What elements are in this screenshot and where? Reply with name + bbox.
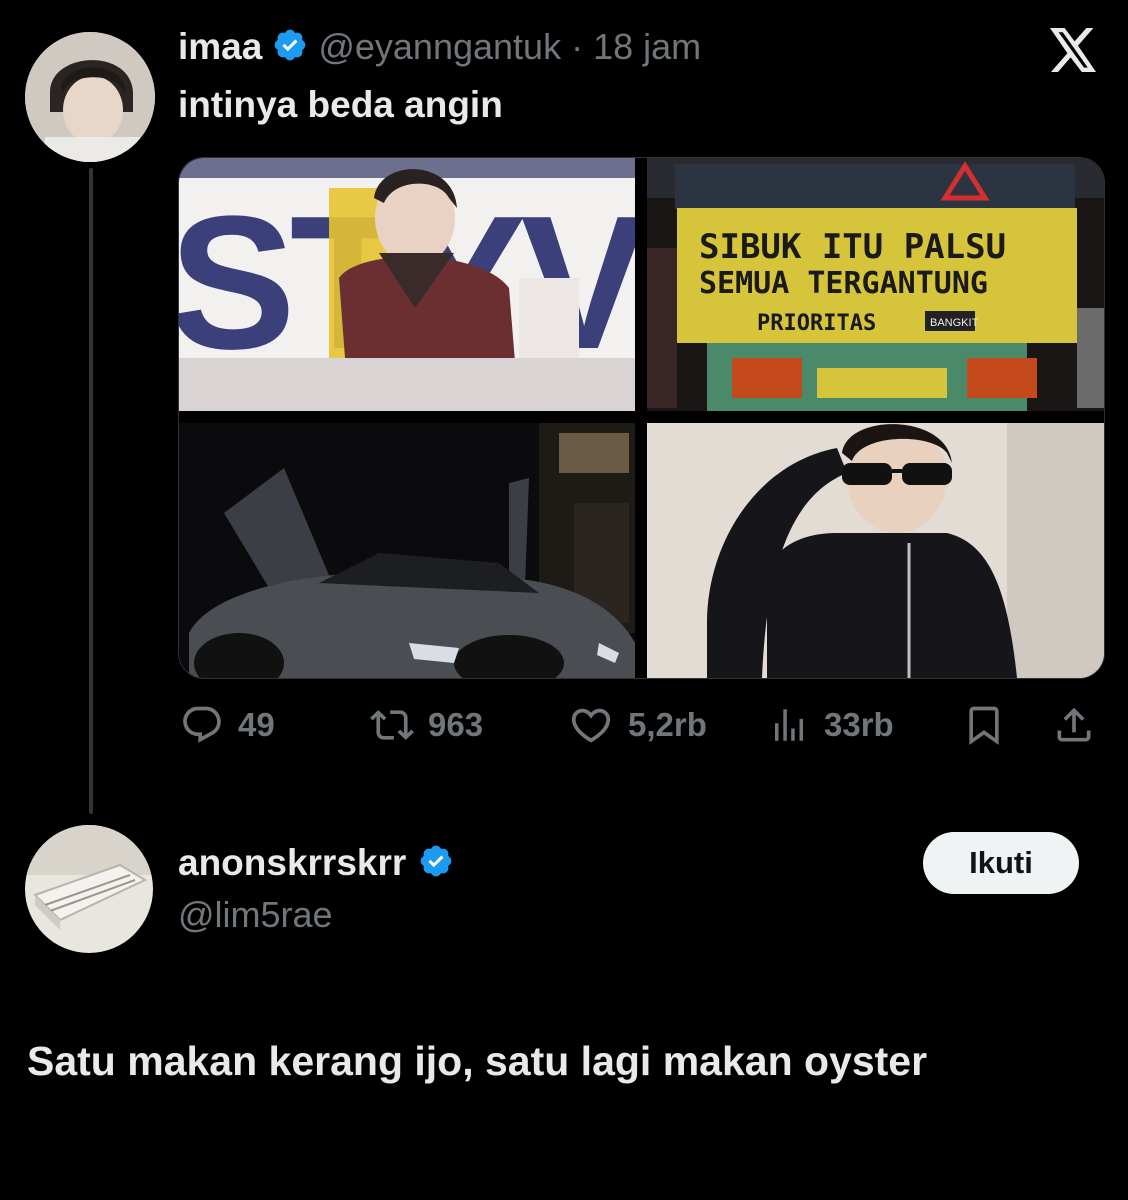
bookmark-button[interactable]: [962, 703, 1006, 747]
reply-count: 49: [238, 706, 275, 743]
like-count: 5,2rb: [628, 706, 707, 743]
reply-text: Satu makan kerang ijo, satu lagi makan o…: [27, 1038, 928, 1084]
reply-avatar[interactable]: [25, 825, 153, 953]
supercar-photo-icon: [179, 423, 635, 678]
views-icon: [775, 709, 803, 741]
avatar[interactable]: [25, 32, 155, 162]
truck-text-line-3: PRIORITAS: [757, 311, 876, 336]
truck-plate-text: BANGKIT: [930, 317, 979, 329]
repost-count: 963: [428, 706, 484, 743]
tweet-text: intinya beda angin: [178, 84, 503, 125]
truck-back-photo-icon: SIBUK ITU PALSU SEMUA TERGANTUNG PRIORIT…: [647, 158, 1104, 411]
reply-author-handle[interactable]: @lim5rae: [178, 894, 333, 936]
tweet-header: imaa @eyanngantuk · 18 jam: [178, 24, 701, 70]
views-button[interactable]: 33rb: [768, 703, 894, 747]
share-icon: [1057, 707, 1091, 742]
reply-author-name[interactable]: anonskrrskrr: [178, 842, 406, 884]
media-photo-2[interactable]: SIBUK ITU PALSU SEMUA TERGANTUNG PRIORIT…: [647, 158, 1104, 411]
dot-separator: ·: [571, 26, 584, 67]
author-name[interactable]: imaa: [178, 26, 262, 68]
author-handle[interactable]: @eyanngantuk: [318, 26, 561, 68]
air-conditioner-avatar-icon: [25, 825, 153, 953]
media-grid[interactable]: STYV SIBUK ITU PALSU SEMUA TERGANTUNG PR…: [178, 157, 1105, 679]
heart-icon: [571, 708, 611, 743]
reply-icon: [183, 706, 221, 743]
reply-button[interactable]: 49: [180, 703, 275, 747]
reply-header: anonskrrskrr: [178, 840, 454, 886]
media-photo-3[interactable]: [179, 423, 635, 678]
follow-button[interactable]: Ikuti: [923, 832, 1079, 894]
truck-text-line-1: SIBUK ITU PALSU: [699, 227, 1006, 267]
person-sunglasses-photo-icon: [647, 423, 1104, 678]
timestamp[interactable]: 18 jam: [593, 26, 701, 68]
x-logo-icon[interactable]: [1050, 28, 1098, 72]
repost-icon: [370, 710, 414, 740]
thread-line: [89, 168, 93, 814]
like-button[interactable]: 5,2rb: [568, 703, 707, 747]
bookmark-icon: [969, 706, 999, 746]
verified-badge-icon: [418, 843, 454, 884]
avatar-photo-icon: [25, 32, 155, 162]
media-photo-1[interactable]: STYV: [179, 158, 635, 411]
stage-performer-photo-icon: STYV: [179, 158, 635, 411]
truck-text-line-2: SEMUA TERGANTUNG: [699, 266, 988, 301]
repost-button[interactable]: 963: [370, 703, 483, 747]
media-photo-4[interactable]: [647, 423, 1104, 678]
verified-badge-icon: [272, 27, 308, 68]
views-count: 33rb: [824, 706, 894, 743]
share-button[interactable]: [1052, 703, 1096, 747]
